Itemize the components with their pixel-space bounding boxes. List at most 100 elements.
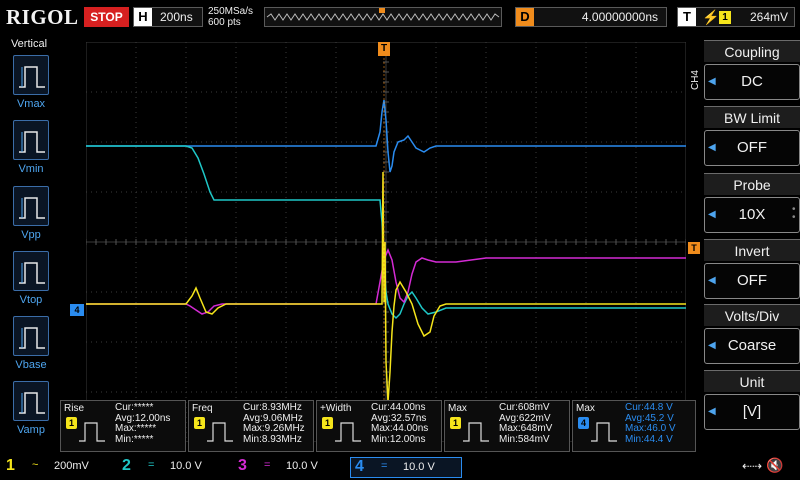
channel-number: 1 (6, 457, 15, 474)
vtop-icon (19, 262, 45, 284)
menu-title-probe: Probe (704, 173, 800, 195)
menu-item-invert[interactable]: Invert OFF ◀ (704, 239, 800, 301)
menu-title: Vertical (10, 38, 48, 50)
measurement-source-badge: 1 (194, 417, 205, 429)
channel-status-bar: 1 ~200mV 2 = 10.0 V 3 = 10.0 V 4 = 10.0 V ⇠⇢ 🔇 (0, 455, 800, 480)
menu-arrow-icon: ◀ (708, 209, 716, 220)
measurement-max-3[interactable]: Max 1 Cur:608mV Avg:622mV Max:648mV Min:584mV (444, 400, 570, 452)
measure-button-vpp[interactable] (13, 186, 49, 226)
measurement-pulse-icon (463, 422, 489, 442)
overview-trace (266, 13, 500, 21)
measure-button-vmin[interactable] (13, 120, 49, 160)
delay-label: D (516, 8, 534, 26)
measurement-current: Cur:44.00ns (371, 402, 426, 413)
usb-icon: ⇠⇢ (742, 459, 763, 473)
menu-arrow-icon: ◀ (708, 142, 716, 153)
run-stop-status[interactable]: STOP (84, 7, 129, 27)
menu-value-invert[interactable]: OFF (704, 263, 800, 299)
menu-title-unit: Unit (704, 370, 800, 392)
timebase-value: 200ns (160, 10, 193, 24)
menu-value-coupling[interactable]: DC (704, 64, 800, 100)
measurement-minimum: Min:44.4 V (625, 433, 673, 445)
measure-button-vbase[interactable] (13, 316, 49, 356)
menu-item-volts-div[interactable]: Volts/Div Coarse ◀ (704, 304, 800, 366)
channel4-ground-marker[interactable]: 4 (70, 304, 84, 316)
measurement-stats: Cur:8.93MHz Avg:9.06MHz Max:9.26MHz Min:8.9… (243, 402, 305, 445)
trigger-position-marker[interactable]: T (378, 42, 390, 56)
menu-value-probe[interactable]: 10X (704, 197, 800, 233)
measure-button-vtop[interactable] (13, 251, 49, 291)
measurement-freq-1[interactable]: Freq 1 Cur:8.93MHz Avg:9.06MHz Max:9.26MHz Mi… (188, 400, 314, 452)
channel-2-box[interactable]: 2 = 10.0 V (118, 457, 230, 478)
menu-value-unit[interactable]: [V] (704, 394, 800, 430)
measurement-name: +Width (320, 403, 352, 414)
measurement-maximum: Max:648mV (499, 423, 553, 434)
measure-label-vbase: Vbase (15, 359, 47, 371)
measurement-pulse-icon (207, 422, 233, 442)
top-status-bar: RIGOL STOP H 200ns 250MSa/s 600 pts D 4.… (0, 0, 800, 36)
delay-value: 4.00000000ns (581, 10, 658, 24)
vbase-icon (19, 327, 45, 349)
menu-item-coupling[interactable]: Coupling DC ◀ (704, 40, 800, 102)
trigger-level-value: 264mV (749, 10, 788, 24)
vpp-icon (19, 197, 45, 219)
measurement-name: Max (448, 403, 467, 414)
measure-button-vmax[interactable] (13, 55, 49, 95)
menu-value-volts-div[interactable]: Coarse (704, 328, 800, 364)
measure-label-vamp: Vamp (17, 424, 45, 436)
channel-number: 2 (122, 457, 131, 474)
measurement-name: Max (576, 403, 595, 414)
overview-trigger-marker (379, 8, 385, 13)
channel-tab: CH4 (690, 70, 701, 91)
memory-depth: 600 pts (208, 17, 241, 28)
measurement-max-4[interactable]: Max 4 Cur:44.8 V Avg:45.2 V Max:46.0 V Min:44… (572, 400, 696, 452)
menu-item-probe[interactable]: Probe 10X ◀ (704, 173, 800, 235)
timebase-box[interactable]: H 200ns (133, 7, 203, 27)
menu-arrow-icon: ◀ (708, 76, 716, 87)
measurement-maximum: Max:44.00ns (371, 423, 429, 434)
measurement-minimum: Min:584mV (499, 433, 550, 445)
waveform-display[interactable] (86, 42, 686, 442)
measurement-maximum: Max:***** (115, 423, 157, 434)
measure-button-vamp[interactable] (13, 381, 49, 421)
rising-edge-icon: ⚡ (702, 9, 720, 25)
menu-title-invert: Invert (704, 239, 800, 261)
menu-title-coupling: Coupling (704, 40, 800, 62)
measurement-pulse-icon (335, 422, 361, 442)
memory-overview-waveform (266, 8, 500, 21)
measurement-current: Cur:44.8 V (625, 402, 673, 413)
horizontal-label: H (134, 8, 152, 26)
vmin-icon (19, 131, 45, 153)
coupling-icon: = (264, 459, 271, 471)
menu-item-bw-limit[interactable]: BW Limit OFF ◀ (704, 106, 800, 168)
scroll-dots: • • (792, 204, 796, 223)
measurement-name: Freq (192, 403, 213, 414)
measure-label-vpp: Vpp (21, 229, 41, 241)
channel-3-box[interactable]: 3 = 10.0 V (234, 457, 346, 478)
memory-overview[interactable] (264, 7, 502, 27)
channel-number: 3 (238, 457, 247, 474)
trigger-box[interactable]: T ⚡ 1 264mV (677, 7, 795, 27)
menu-item-unit[interactable]: Unit [V] ◀ (704, 370, 800, 432)
measurement-minimum: Min:***** (115, 433, 154, 445)
channel-scale: 200mV (54, 460, 89, 472)
measurement-maximum: Max:46.0 V (625, 423, 676, 434)
delay-box[interactable]: D 4.00000000ns (515, 7, 667, 27)
measurement-rise-0[interactable]: Rise 1 Cur:***** Avg:12.00ns Max:***** Min:**… (60, 400, 186, 452)
menu-value-bw-limit[interactable]: OFF (704, 130, 800, 166)
measurement-stats: Cur:44.8 V Avg:45.2 V Max:46.0 V Min:44.4 V (625, 402, 676, 445)
coupling-icon: = (148, 459, 155, 471)
channel-4-box[interactable]: 4 = 10.0 V (350, 457, 462, 478)
measurement-bar: Rise 1 Cur:***** Avg:12.00ns Max:***** Min:**… (58, 400, 698, 454)
channel-scale: 10.0 V (403, 461, 435, 473)
rigol-logo: RIGOL (6, 5, 79, 29)
menu-arrow-icon: ◀ (708, 275, 716, 286)
measurement-maximum: Max:9.26MHz (243, 423, 305, 434)
channel-scale: 10.0 V (170, 460, 202, 472)
channel-1-box[interactable]: 1 ~200mV (2, 457, 114, 478)
measurement-width-2[interactable]: +Width 1 Cur:44.00ns Avg:32.57ns Max:44.00ns… (316, 400, 442, 452)
measurement-pulse-icon (591, 422, 617, 442)
measurement-source-badge: 1 (450, 417, 461, 429)
measure-label-vmax: Vmax (16, 98, 46, 110)
measurement-current: Cur:608mV (499, 402, 550, 413)
